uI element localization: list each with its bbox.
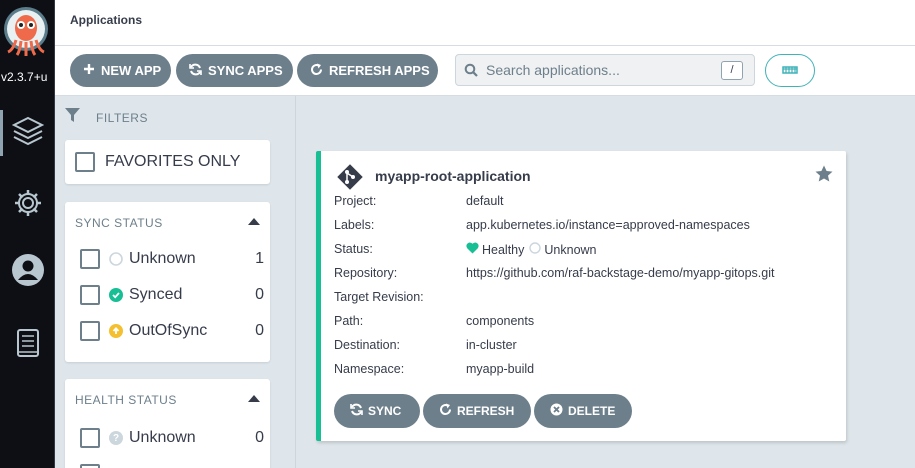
refresh-apps-button[interactable]: REFRESH APPS bbox=[297, 54, 438, 87]
sync-status-title: SYNC STATUS bbox=[75, 216, 163, 230]
plus-icon bbox=[83, 63, 95, 78]
user-icon bbox=[11, 253, 45, 292]
status-value: Healthy Unknown bbox=[466, 242, 597, 257]
search-placeholder: Search applications... bbox=[486, 62, 620, 78]
refresh-icon bbox=[439, 403, 452, 419]
destination-value: in-cluster bbox=[466, 338, 517, 352]
circle-notch-icon bbox=[529, 242, 542, 257]
question-circle-icon: ? bbox=[109, 431, 123, 445]
sync-label: SYNC bbox=[368, 404, 402, 418]
page-title: Applications bbox=[70, 13, 143, 27]
app-refresh-button[interactable]: REFRESH bbox=[423, 394, 531, 428]
repository-key: Repository: bbox=[334, 266, 398, 280]
arrow-up-circle-icon bbox=[109, 324, 123, 338]
filter-count: 1 bbox=[255, 250, 264, 267]
search-shortcut-hint: / bbox=[721, 61, 743, 80]
health-status-title: HEALTH STATUS bbox=[75, 393, 177, 407]
filter-sync-outofsync[interactable]: OutOfSync 0 bbox=[80, 320, 264, 342]
path-key: Path: bbox=[334, 314, 364, 328]
tiles-view-icon bbox=[782, 62, 798, 80]
sync-icon bbox=[350, 403, 363, 419]
labels-key: Labels: bbox=[334, 218, 375, 232]
filter-sync-synced[interactable]: Synced 0 bbox=[80, 284, 264, 306]
filter-count: 0 bbox=[255, 322, 264, 339]
filters-label: FILTERS bbox=[96, 111, 148, 125]
left-nav: v2.3.7+u bbox=[0, 0, 55, 468]
sync-status-text: Unknown bbox=[544, 242, 597, 257]
version-label: v2.3.7+u bbox=[1, 70, 48, 84]
refresh-label: REFRESH bbox=[457, 404, 515, 418]
status-key: Status: bbox=[334, 242, 373, 256]
filter-icon bbox=[65, 108, 80, 128]
filter-label: OutOfSync bbox=[129, 322, 208, 339]
sync-icon bbox=[189, 63, 202, 79]
sync-apps-button[interactable]: SYNC APPS bbox=[176, 54, 293, 87]
destination-key: Destination: bbox=[334, 338, 401, 352]
favorite-star-icon[interactable] bbox=[814, 164, 834, 189]
checkbox[interactable] bbox=[80, 249, 100, 269]
book-icon bbox=[16, 328, 40, 363]
namespace-key: Namespace: bbox=[334, 362, 405, 376]
nav-documentation[interactable] bbox=[0, 320, 55, 370]
application-tile[interactable]: myapp-root-application Project: default … bbox=[316, 151, 846, 441]
view-mode-button[interactable] bbox=[765, 54, 815, 87]
nav-user-info[interactable] bbox=[0, 247, 55, 297]
search-input[interactable]: Search applications... / bbox=[455, 54, 755, 86]
path-value: components bbox=[466, 314, 535, 328]
checkbox[interactable] bbox=[80, 285, 100, 305]
filter-health-next[interactable] bbox=[80, 463, 260, 468]
new-app-label: NEW APP bbox=[101, 63, 162, 78]
repository-value: https://github.com/raf-backstage-demo/my… bbox=[466, 266, 775, 280]
nav-applications[interactable] bbox=[0, 108, 55, 158]
favorites-label: FAVORITES ONLY bbox=[105, 153, 241, 170]
target-revision-key: Target Revision: bbox=[334, 290, 424, 304]
refresh-apps-label: REFRESH APPS bbox=[329, 63, 430, 78]
health-status-panel: HEALTH STATUS ? Unknown 0 bbox=[65, 379, 270, 468]
delete-label: DELETE bbox=[568, 404, 616, 418]
circle-notch-icon bbox=[109, 252, 123, 266]
project-value: default bbox=[466, 194, 504, 208]
filter-label: Unknown bbox=[129, 250, 196, 267]
app-name[interactable]: myapp-root-application bbox=[375, 168, 531, 184]
favorites-only-toggle[interactable]: FAVORITES ONLY bbox=[75, 151, 255, 173]
top-bar: Applications bbox=[55, 0, 915, 46]
argo-logo-icon[interactable] bbox=[3, 4, 49, 64]
refresh-icon bbox=[310, 63, 323, 79]
filters-header: FILTERS bbox=[65, 108, 148, 128]
collapse-caret-icon[interactable] bbox=[248, 218, 260, 225]
checkbox[interactable] bbox=[80, 321, 100, 341]
gear-icon bbox=[13, 188, 43, 223]
layers-icon bbox=[11, 116, 44, 151]
filter-count: 0 bbox=[255, 286, 264, 303]
heart-icon bbox=[466, 242, 479, 257]
favorites-checkbox[interactable] bbox=[75, 152, 95, 172]
sync-apps-label: SYNC APPS bbox=[208, 63, 283, 78]
search-icon bbox=[464, 63, 478, 82]
health-status-text: Healthy bbox=[482, 242, 525, 257]
sync-status-panel: SYNC STATUS Unknown 1 Synced 0 OutOfSync… bbox=[65, 202, 270, 362]
filter-health-unknown[interactable]: ? Unknown 0 bbox=[80, 427, 264, 449]
filter-label: Unknown bbox=[129, 429, 196, 446]
app-delete-button[interactable]: DELETE bbox=[534, 394, 632, 428]
new-app-button[interactable]: NEW APP bbox=[70, 54, 171, 87]
labels-value: app.kubernetes.io/instance=approved-name… bbox=[466, 218, 750, 232]
git-icon bbox=[337, 164, 363, 195]
filters-sidebar: FILTERS FAVORITES ONLY SYNC STATUS Unkno… bbox=[55, 96, 296, 468]
favorites-panel: FAVORITES ONLY bbox=[65, 140, 270, 184]
checkbox[interactable] bbox=[80, 428, 100, 448]
filter-sync-unknown[interactable]: Unknown 1 bbox=[80, 248, 264, 270]
check-circle-icon bbox=[109, 288, 123, 302]
times-circle-icon bbox=[550, 403, 563, 419]
checkbox[interactable] bbox=[80, 464, 100, 468]
project-key: Project: bbox=[334, 194, 377, 208]
nav-settings[interactable] bbox=[0, 180, 55, 230]
namespace-value: myapp-build bbox=[466, 362, 535, 376]
filter-count: 0 bbox=[255, 429, 264, 446]
collapse-caret-icon[interactable] bbox=[248, 395, 260, 402]
filter-label: Synced bbox=[129, 286, 183, 303]
toolbar: NEW APP SYNC APPS REFRESH APPS Search ap… bbox=[55, 46, 915, 96]
app-sync-button[interactable]: SYNC bbox=[334, 394, 420, 428]
